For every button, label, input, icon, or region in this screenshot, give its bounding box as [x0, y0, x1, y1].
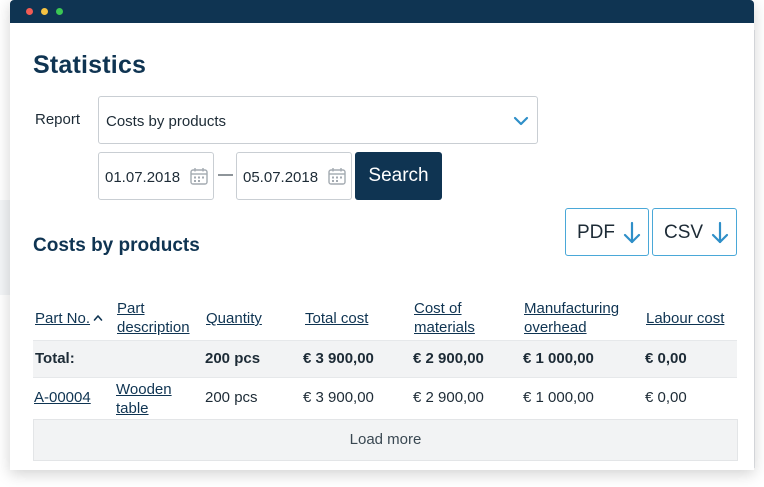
- total-labour-cost: € 0,00: [645, 350, 687, 367]
- row-part-no-link[interactable]: A-00004: [34, 389, 91, 406]
- column-header-manufacturing-overhead-line2: overhead: [524, 319, 587, 336]
- backdrop-edge-left: [0, 200, 10, 295]
- search-button[interactable]: Search: [355, 152, 442, 200]
- calendar-icon[interactable]: [327, 166, 347, 186]
- export-csv-label: CSV: [664, 222, 704, 243]
- row-quantity: 200 pcs: [205, 389, 258, 406]
- export-pdf-label: PDF: [577, 222, 615, 243]
- row-total-cost: € 3 900,00: [303, 389, 374, 406]
- row-description-line1: Wooden: [116, 381, 172, 398]
- date-to-input[interactable]: 05.07.2018: [236, 152, 352, 200]
- window-minimize-button[interactable]: [41, 8, 48, 15]
- report-select[interactable]: Costs by products: [98, 96, 538, 144]
- report-label: Report: [35, 111, 81, 128]
- column-header-part-no-label: Part No.: [35, 310, 91, 327]
- arrow-down-icon: [711, 221, 729, 244]
- row-cost-of-materials: € 2 900,00: [413, 389, 484, 406]
- date-from-value: 01.07.2018: [105, 169, 181, 186]
- date-range-separator: —: [218, 166, 233, 183]
- column-header-cost-of-materials-line2: materials: [414, 319, 475, 336]
- load-more-button[interactable]: Load more: [33, 419, 738, 461]
- window-maximize-button[interactable]: [56, 8, 63, 15]
- date-from-input[interactable]: 01.07.2018: [98, 152, 214, 200]
- column-header-part-description-line2: description: [117, 319, 190, 336]
- column-header-part-description-line1: Part: [117, 300, 145, 317]
- column-header-manufacturing-overhead-line1: Manufacturing: [524, 300, 620, 317]
- chevron-down-icon: [513, 116, 529, 126]
- column-header-part-description[interactable]: Part description: [117, 299, 190, 337]
- column-header-labour-cost[interactable]: Labour cost: [646, 309, 724, 328]
- section-title: Costs by products: [33, 235, 200, 256]
- window-titlebar: [10, 0, 754, 23]
- column-header-cost-of-materials[interactable]: Cost of materials: [414, 299, 475, 337]
- table-total-row: [33, 340, 737, 377]
- total-label: Total:: [35, 350, 75, 367]
- row-manufacturing-overhead: € 1 000,00: [523, 389, 594, 406]
- export-pdf-button[interactable]: PDF: [565, 208, 649, 256]
- column-header-total-cost[interactable]: Total cost: [305, 309, 368, 328]
- column-header-manufacturing-overhead[interactable]: Manufacturing overhead: [524, 299, 619, 337]
- report-select-value: Costs by products: [106, 113, 227, 130]
- caret-up-icon: [93, 315, 103, 321]
- row-labour-cost: € 0,00: [645, 389, 687, 406]
- app-window: Statistics Report Costs by products 01.0…: [10, 0, 754, 470]
- export-csv-button[interactable]: CSV: [652, 208, 737, 256]
- column-header-cost-of-materials-line1: Cost of: [414, 300, 462, 317]
- arrow-down-icon: [623, 221, 641, 244]
- column-header-quantity[interactable]: Quantity: [206, 309, 262, 328]
- row-description-link[interactable]: Wooden table: [116, 380, 172, 418]
- window-close-button[interactable]: [26, 8, 33, 15]
- calendar-icon[interactable]: [189, 166, 209, 186]
- row-description-line2: table: [116, 400, 149, 417]
- total-cost-of-materials: € 2 900,00: [413, 350, 484, 367]
- total-quantity: 200 pcs: [205, 350, 261, 367]
- row-divider: [33, 377, 737, 378]
- total-total-cost: € 3 900,00: [303, 350, 374, 367]
- page-title: Statistics: [33, 51, 147, 79]
- total-manufacturing-overhead: € 1 000,00: [523, 350, 594, 367]
- date-to-value: 05.07.2018: [243, 169, 319, 186]
- column-header-part-no[interactable]: Part No.: [35, 309, 103, 328]
